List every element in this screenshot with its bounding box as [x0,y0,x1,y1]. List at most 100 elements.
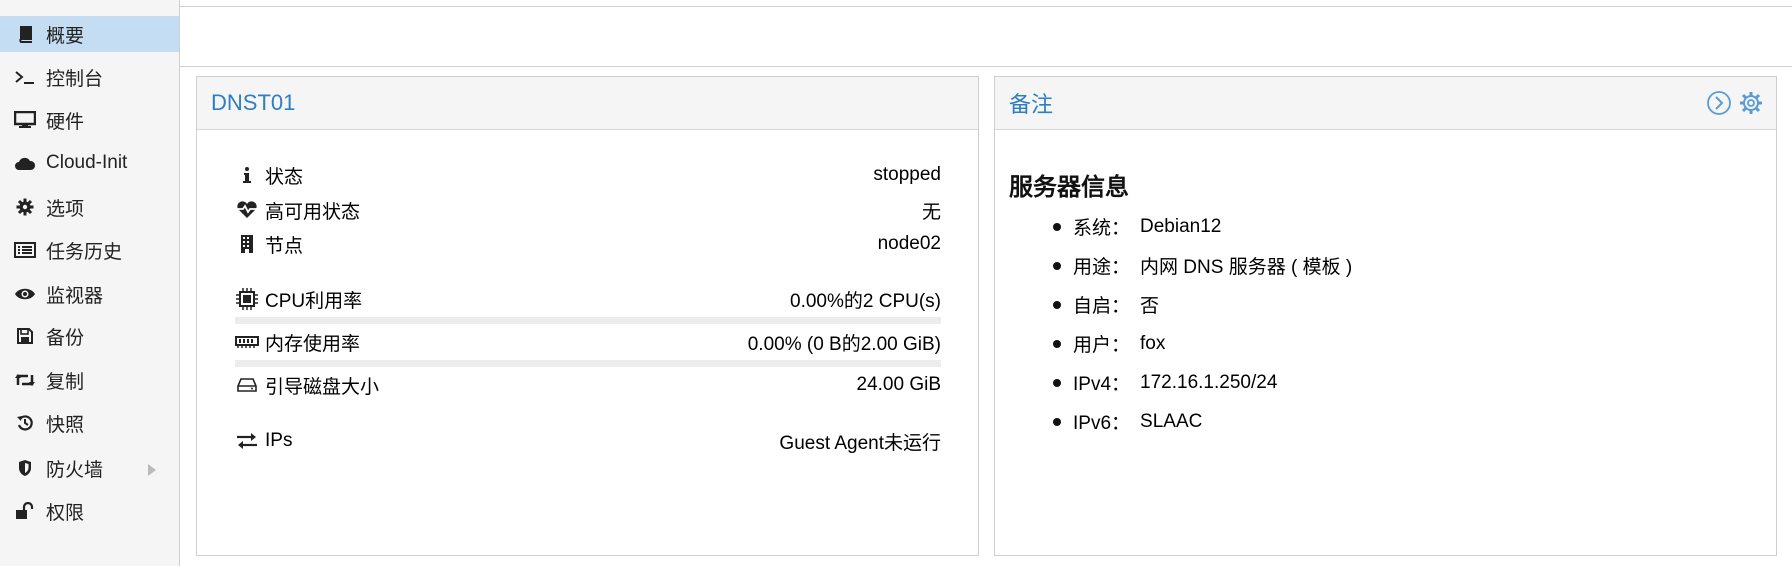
sidebar-item-label: 复制 [46,371,85,393]
list-item: 用户： fox [1053,324,1352,363]
sidebar-item-firewall[interactable]: 防火墙 [0,450,179,486]
sidebar-item-permissions[interactable]: 权限 [0,493,179,529]
note-value: 内网 DNS 服务器 ( 模板 ) [1140,257,1353,278]
list-item: 系统： Debian12 [1053,207,1352,246]
sidebar-item-label: 选项 [46,198,85,220]
ips-row: IPs Guest Agent未运行 [235,425,941,457]
terminal-icon [12,69,38,85]
node-label: 节点 [265,235,304,257]
ha-label: 高可用状态 [265,201,361,223]
summary-panel: DNST01 状态 stopped 高可用状态 无 节点 node02 CPU利… [196,76,979,556]
note-key: 用途： [1073,257,1131,278]
eye-icon [12,287,38,301]
note-value: 否 [1140,296,1160,317]
bullet [1053,417,1061,426]
note-key: 自启： [1073,296,1131,317]
cloud-icon [12,155,38,171]
memory-usage-bar [235,360,941,367]
cpu-row: CPU利用率 0.00%的2 CPU(s) [235,283,941,315]
sidebar-item-label: Cloud-Init [46,152,128,173]
notes-tools [1706,90,1764,121]
memory-value: 0.00% (0 B的2.00 GiB) [747,333,941,355]
note-key: IPv6： [1073,413,1131,434]
list-item: 自启： 否 [1053,285,1352,324]
disk-label: 引导磁盘大小 [265,376,380,398]
list-item: 用途： 内网 DNS 服务器 ( 模板 ) [1053,246,1352,285]
note-key: IPv4： [1073,374,1131,395]
collapse-icon[interactable] [1706,90,1732,121]
retweet-icon [12,372,38,388]
note-key: 用户： [1073,335,1131,356]
sidebar-item-console[interactable]: 控制台 [0,59,179,95]
sidebar-item-replication[interactable]: 复制 [0,362,179,398]
notes-list: 系统： Debian12 用途： 内网 DNS 服务器 ( 模板 ) 自启： 否 用户… [1053,207,1352,441]
sidebar-item-cloud-init[interactable]: Cloud-Init [0,145,179,181]
ha-row: 高可用状态 无 [235,194,941,226]
note-value: fox [1140,332,1166,354]
bullet [1053,300,1061,309]
cpu-usage-bar [235,317,941,324]
expand-arrow-icon[interactable] [147,461,157,483]
sidebar-item-label: 备份 [46,327,85,349]
ips-value: Guest Agent未运行 [779,432,941,454]
info-icon [235,166,259,184]
sidebar-item-label: 任务历史 [46,241,123,263]
bullet [1053,339,1061,348]
note-key: 系统： [1073,218,1131,239]
ips-label: IPs [265,430,293,451]
gear-icon [12,198,38,216]
notes-title: 备注 [1009,92,1054,117]
sidebar-item-task-history[interactable]: 任务历史 [0,232,179,268]
status-value: stopped [873,164,941,185]
note-value: 172.16.1.250/24 [1140,371,1278,393]
list-item: IPv6： SLAAC [1053,402,1352,441]
building-icon [235,234,259,254]
exchange-icon [235,432,259,450]
note-value: SLAAC [1140,410,1203,432]
unlock-icon [12,502,38,520]
cpu-icon [235,288,259,310]
list-item: IPv4： 172.16.1.250/24 [1053,363,1352,402]
node-value: node02 [877,233,941,254]
monitor-icon [12,111,38,129]
sidebar: 概要 控制台 硬件 Cloud-Init 选项 任务历史 监视器 备份 复制 快… [0,0,180,566]
disk-value: 24.00 GiB [856,374,942,395]
memory-label: 内存使用率 [265,333,361,355]
sidebar-item-summary[interactable]: 概要 [0,16,179,52]
history-icon [12,414,38,432]
sidebar-item-label: 概要 [46,25,85,47]
disk-row: 引导磁盘大小 24.00 GiB [235,369,941,401]
sidebar-item-label: 快照 [46,414,85,436]
notes-panel: 备注 服务器信息 系统： Debian12 用途： 内网 DNS 服务器 ( 模板 … [994,76,1777,556]
sidebar-item-label: 硬件 [46,111,85,133]
shield-icon [12,459,38,477]
bullet [1053,378,1061,387]
bullet [1053,222,1061,231]
notes-heading: 服务器信息 [1009,174,1129,201]
bullet [1053,261,1061,270]
sidebar-item-monitor[interactable]: 监视器 [0,276,179,312]
sidebar-item-options[interactable]: 选项 [0,189,179,225]
list-icon [12,242,38,258]
gear-icon[interactable] [1738,90,1764,121]
status-row: 状态 stopped [235,159,941,191]
heartbeat-icon [235,201,259,219]
sidebar-item-snapshot[interactable]: 快照 [0,405,179,441]
node-row: 节点 node02 [235,228,941,260]
ha-value: 无 [921,201,941,223]
sidebar-item-hardware[interactable]: 硬件 [0,102,179,138]
sidebar-item-label: 防火墙 [46,459,104,481]
book-icon [12,25,38,43]
hdd-icon [235,377,259,393]
cpu-label: CPU利用率 [265,290,363,312]
sidebar-item-label: 权限 [46,502,85,524]
floppy-icon [12,327,38,345]
memory-row: 内存使用率 0.00% (0 B的2.00 GiB) [235,326,941,358]
sidebar-item-label: 控制台 [46,68,104,90]
sidebar-item-label: 监视器 [46,285,104,307]
memory-icon [235,335,259,349]
status-label: 状态 [265,166,304,188]
notes-header: 备注 [995,77,1776,130]
summary-title: DNST01 [197,77,978,130]
sidebar-item-backup[interactable]: 备份 [0,318,179,354]
